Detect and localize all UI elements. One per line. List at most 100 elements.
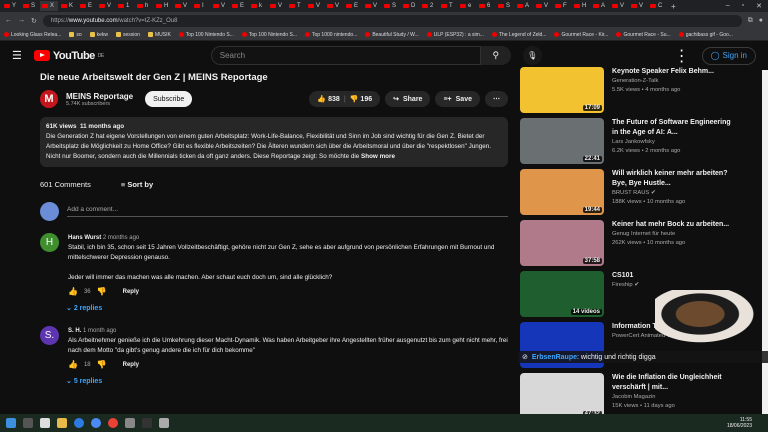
comment-dislike-icon[interactable]: 👎 <box>97 360 107 370</box>
subscribe-button[interactable]: Subscribe <box>145 91 193 107</box>
browser-tab[interactable]: X <box>40 1 58 11</box>
browser-tab[interactable]: S <box>382 1 400 11</box>
browser-tab[interactable]: V <box>534 1 552 11</box>
commenter-avatar[interactable]: S. <box>40 326 59 345</box>
bookmark-item[interactable]: kekw <box>89 32 108 38</box>
browser-tab[interactable]: V <box>363 1 381 11</box>
reply-button[interactable]: Reply <box>123 287 139 297</box>
obs-icon[interactable] <box>125 418 135 428</box>
bookmark-item[interactable]: Top 100 Nintendo S... <box>241 32 297 38</box>
browser-tab[interactable]: Y <box>2 1 20 11</box>
show-more-button[interactable]: Show more <box>361 153 395 160</box>
sign-in-button[interactable]: ◯ Sign in <box>701 46 756 65</box>
more-actions-button[interactable]: ⋯ <box>485 91 508 107</box>
channel-name[interactable]: MEINS Reportage <box>66 92 133 101</box>
browser-tab[interactable]: A <box>591 1 609 11</box>
browser-tab[interactable]: 2 <box>420 1 438 11</box>
browser-tab[interactable]: E <box>78 1 96 11</box>
maximize-icon[interactable]: ▫ <box>742 2 744 10</box>
app2-icon[interactable] <box>159 418 169 428</box>
view-replies-button[interactable]: ⌄ 5 replies <box>66 377 508 387</box>
channel-avatar[interactable]: M <box>40 90 58 108</box>
comment-like-icon[interactable]: 👍 <box>68 360 78 370</box>
browser-tab[interactable]: V <box>211 1 229 11</box>
edge-icon[interactable] <box>74 418 84 428</box>
browser-tab[interactable]: T <box>287 1 305 11</box>
browser-tab[interactable]: V <box>306 1 324 11</box>
bookmark-item[interactable]: session <box>116 32 140 38</box>
like-button[interactable]: 👍 838 <box>317 95 339 103</box>
view-replies-button[interactable]: ⌄ 2 replies <box>66 304 508 314</box>
voice-search-button[interactable]: 🎙 <box>522 46 542 65</box>
youtube-logo[interactable]: YouTube DE <box>33 50 104 62</box>
browser-tab[interactable]: T <box>439 1 457 11</box>
browser-tab[interactable]: e <box>458 1 476 11</box>
comment-age[interactable]: 1 month ago <box>83 328 116 334</box>
close-icon[interactable]: ✕ <box>756 2 762 10</box>
video-thumbnail[interactable]: 37:58 <box>520 220 604 266</box>
browser-tab[interactable]: K <box>59 1 77 11</box>
browser-tab[interactable]: V <box>268 1 286 11</box>
bookmark-item[interactable]: so <box>69 32 82 38</box>
browser-tab[interactable]: V <box>173 1 191 11</box>
search-taskbar-icon[interactable] <box>23 418 33 428</box>
browser-tab[interactable]: k <box>249 1 267 11</box>
terminal-icon[interactable] <box>142 418 152 428</box>
system-clock[interactable]: 11:55 18/06/2023 <box>727 417 768 429</box>
bookmark-item[interactable]: Top 1000 nintendo... <box>304 32 357 38</box>
description-box[interactable]: 61K views 11 months ago Die Generation Z… <box>40 117 508 167</box>
forward-icon[interactable]: → <box>18 17 25 24</box>
bookmark-item[interactable]: Beautiful Study / W... <box>365 32 419 38</box>
browser-tab[interactable]: H <box>572 1 590 11</box>
video-thumbnail[interactable]: 22:41 <box>520 118 604 164</box>
search-button[interactable]: ⚲ <box>480 46 511 65</box>
browser-tab[interactable]: H <box>154 1 172 11</box>
related-video[interactable]: 19:44 Will wirklich keiner mehr arbeiten?… <box>520 169 735 217</box>
windows-start-icon[interactable] <box>6 418 16 428</box>
new-tab-button[interactable]: + <box>671 2 676 11</box>
reload-icon[interactable]: ↻ <box>31 17 37 25</box>
settings-dots-icon[interactable]: ⋮ <box>674 46 690 66</box>
browser-tab[interactable]: V <box>97 1 115 11</box>
chrome-icon[interactable] <box>108 418 118 428</box>
extensions-icon[interactable]: ⧉ <box>748 17 753 25</box>
video-thumbnail[interactable]: 47:32 <box>520 373 604 419</box>
browser-tab[interactable]: I <box>192 1 210 11</box>
browser-tab[interactable]: h <box>135 1 153 11</box>
share-button[interactable]: ↪ Share <box>385 91 431 107</box>
back-icon[interactable]: ← <box>5 17 12 24</box>
browser-tab[interactable]: 1 <box>116 1 134 11</box>
comment-author[interactable]: S. H. <box>68 328 81 334</box>
browser-tab[interactable]: E <box>230 1 248 11</box>
url-input[interactable]: https://www.youtube.com/watch?v=tZ-KZz_O… <box>42 14 742 27</box>
browser-tab[interactable]: 6 <box>477 1 495 11</box>
bookmark-item[interactable]: Top 100 Nintendo S... <box>178 32 234 38</box>
related-video[interactable]: 17:09 Keynote Speaker Felix Behm... Genera… <box>520 67 735 115</box>
browser-tab[interactable]: D <box>401 1 419 11</box>
reply-button[interactable]: Reply <box>123 360 139 370</box>
file-explorer-icon[interactable] <box>57 418 67 428</box>
bookmark-item[interactable]: Gourmet Race - Su... <box>616 32 671 38</box>
minimize-icon[interactable]: – <box>726 2 730 10</box>
browser-tab[interactable]: F <box>553 1 571 11</box>
profile-icon[interactable]: ● <box>759 17 763 24</box>
commenter-avatar[interactable]: H <box>40 233 59 252</box>
video-thumbnail[interactable]: 17:09 <box>520 67 604 113</box>
comment-age[interactable]: 2 months ago <box>103 235 139 241</box>
task-view-icon[interactable] <box>40 418 50 428</box>
bookmark-item[interactable]: ULP (ESP32) : a sim... <box>426 32 484 38</box>
browser-tab[interactable]: V <box>629 1 647 11</box>
bookmark-item[interactable]: Looking Glass Relea... <box>4 32 61 38</box>
browser-tab[interactable]: V <box>610 1 628 11</box>
app-icon[interactable] <box>91 418 101 428</box>
browser-tab[interactable]: S <box>21 1 39 11</box>
sort-button[interactable]: ≡ Sort by <box>121 180 153 189</box>
bookmark-item[interactable]: Gourmet Race - Kir... <box>554 32 608 38</box>
bookmark-item[interactable]: gachibass gif - Goo... <box>678 32 733 38</box>
search-input[interactable]: Search <box>210 46 481 65</box>
save-button[interactable]: ≡+ Save <box>435 91 480 107</box>
video-thumbnail[interactable]: 14 videos <box>520 271 604 317</box>
related-video[interactable]: 22:41 The Future of Software Engineering … <box>520 118 735 166</box>
add-comment-input[interactable]: Add a comment... <box>67 206 508 217</box>
browser-tab[interactable]: C <box>648 1 666 11</box>
